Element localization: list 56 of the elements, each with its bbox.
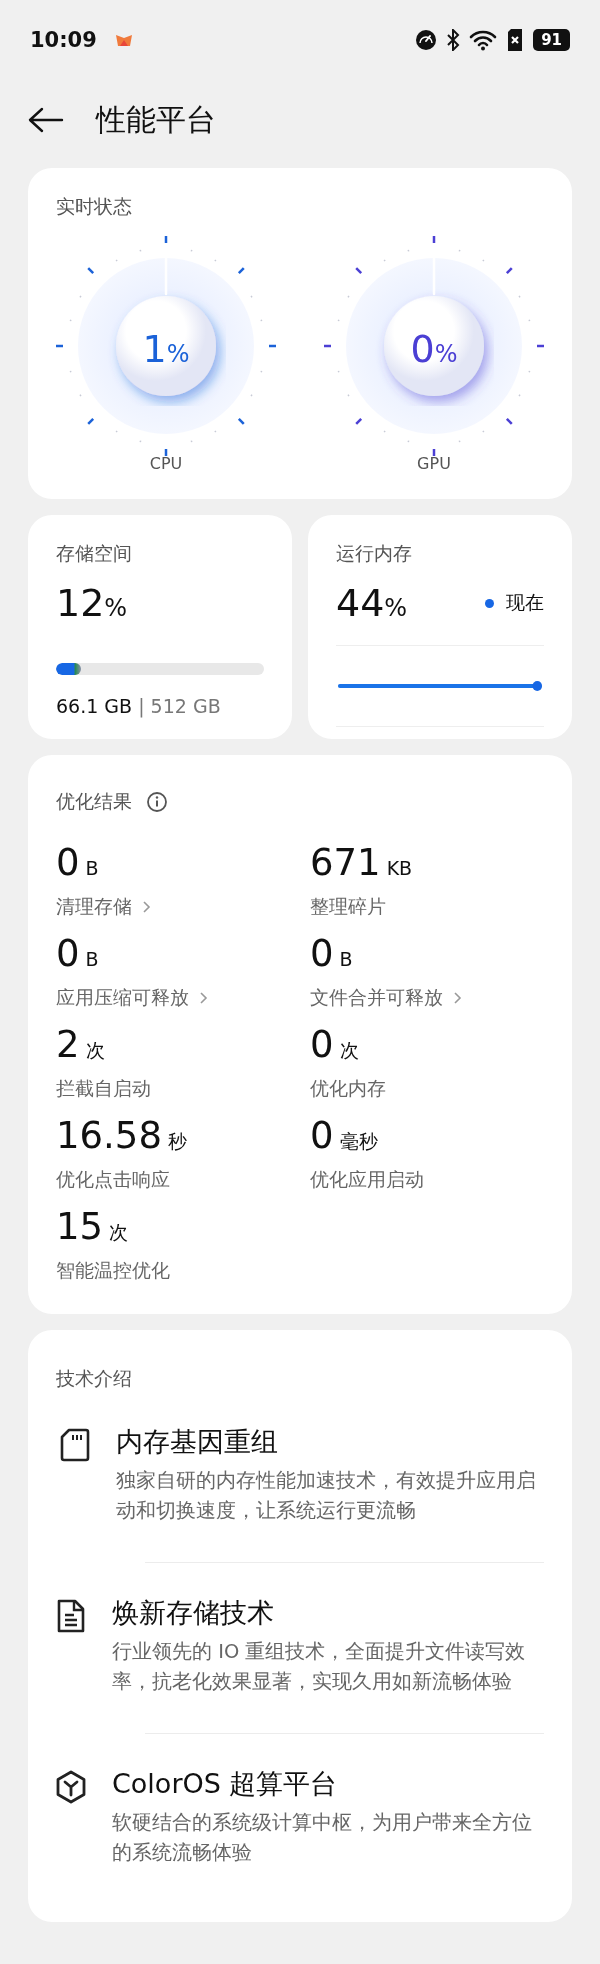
stat-label[interactable]: 清理存储: [56, 894, 132, 920]
stat-value: 16.58 秒: [56, 1114, 188, 1159]
gauge-label: CPU: [149, 454, 183, 473]
stat-value: 0 次: [310, 1023, 360, 1068]
stat-value: 671 KB: [310, 841, 414, 886]
cube-icon: [56, 1770, 86, 1804]
stat-label: 优化应用启动: [310, 1167, 424, 1192]
stat-label: 整理碎片: [310, 894, 386, 919]
stat-label: 智能温控优化: [56, 1258, 170, 1283]
sim-card-icon: [506, 28, 525, 52]
stat-value: 0 B: [56, 841, 100, 886]
battery-level: 91: [533, 29, 570, 51]
stat-value: 0 B: [56, 932, 100, 977]
chevron-icon: [453, 991, 462, 1005]
gauge-value: 0%: [410, 326, 458, 371]
storage-percent: 12%: [56, 581, 129, 625]
memory-percent: 44%: [336, 581, 408, 625]
card-title: 存储空间: [56, 541, 133, 566]
storage-card[interactable]: 存储空间 12% 66.1 GB | 512 GB: [28, 515, 292, 739]
stat-label: 优化内存: [310, 1076, 386, 1101]
tech-description: 行业领先的 IO 重组技术，全面提升文件读写效率，抗老化效果显著，实现久用如新流畅体验: [112, 1639, 527, 1695]
tech-title: 内存基因重组: [116, 1425, 279, 1459]
legend-label: 现在: [506, 590, 544, 615]
chevron-icon: [142, 900, 151, 914]
storage-usage: 66.1 GB | 512 GB: [56, 695, 222, 717]
page-title: 性能平台: [96, 100, 216, 139]
stat-label: 拦截自启动: [56, 1076, 151, 1101]
stat-label[interactable]: 文件合并可释放: [310, 985, 443, 1011]
stat-value: 15 次: [56, 1205, 130, 1250]
memory-card-icon: [60, 1428, 90, 1462]
stat-value: 0 B: [310, 932, 354, 977]
gauge-label: GPU: [417, 454, 451, 473]
card-title: 优化结果: [56, 789, 132, 814]
stat-label[interactable]: 应用压缩可释放: [56, 985, 189, 1011]
card-title: 技术介绍: [56, 1366, 133, 1391]
stat-value: 2 次: [56, 1023, 106, 1068]
stat-label: 优化点击响应: [56, 1167, 170, 1192]
app-notification-icon: [114, 32, 133, 48]
bluetooth-icon: [446, 29, 461, 51]
tech-title: ColorOS 超算平台: [112, 1767, 339, 1801]
wifi-icon: [469, 29, 498, 51]
card-title: 运行内存: [336, 541, 413, 566]
memory-card[interactable]: 运行内存 44% 现在: [308, 515, 572, 739]
tech-title: 焕新存储技术: [112, 1596, 275, 1630]
document-icon: [56, 1599, 86, 1633]
tech-description: 软硬结合的系统级计算中枢，为用户带来全方位的系统流畅体验: [112, 1810, 533, 1866]
info-icon[interactable]: [146, 791, 168, 813]
stat-value: 0 毫秒: [310, 1114, 379, 1159]
status-time: 10:09: [30, 28, 97, 52]
gauge-value: 1%: [142, 326, 190, 371]
chevron-icon: [199, 991, 208, 1005]
tech-description: 独家自研的内存性能加速技术，有效提升应用启动和切换速度，让系统运行更流畅: [116, 1468, 537, 1524]
legend-dot: [485, 598, 494, 608]
card-title: 实时状态: [56, 194, 133, 219]
back-arrow-icon[interactable]: [28, 107, 64, 133]
speedometer-icon: [415, 29, 438, 51]
